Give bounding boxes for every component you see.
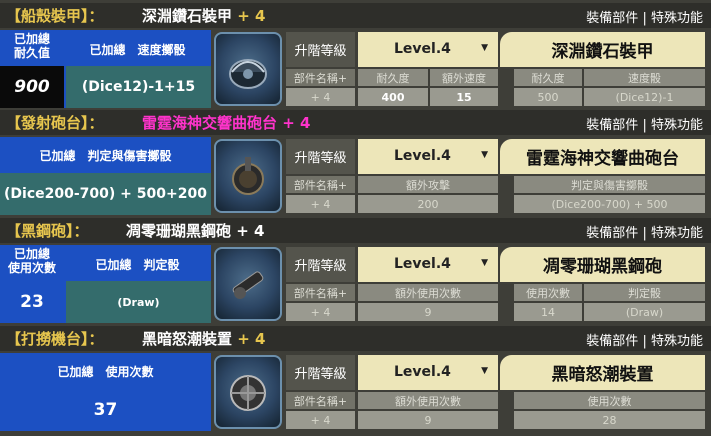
damage-label: 已加總 判定與傷害擲骰	[39, 149, 172, 163]
parts-link[interactable]: 裝備部件	[586, 226, 638, 241]
table-cell: 14	[514, 303, 582, 321]
section-header: 【船殼裝甲】： 深淵鑽石裝甲 + 4 裝備部件 | 特殊功能	[0, 3, 711, 28]
col-header: 使用次數	[514, 284, 582, 301]
special-link[interactable]: 特殊功能	[651, 11, 703, 26]
table-cell: + 4	[286, 88, 355, 106]
uses-label: 已加總 使用次數	[7, 247, 56, 275]
col-header: 額外速度	[430, 69, 498, 86]
table-cell: 200	[358, 195, 498, 213]
upgrade-level-label: 升階等級	[286, 139, 355, 174]
item-title: 雷霆海神交響曲砲台	[500, 139, 705, 174]
col-header: 額外使用次數	[358, 284, 498, 301]
col-header: 耐久度	[514, 69, 582, 86]
item-title: 凋零珊瑚黑鋼砲	[500, 247, 705, 282]
salvage-section: 【打撈機台】： 黑暗怒潮裝置 + 4 裝備部件 | 特殊功能 已加總 使用次數 …	[0, 326, 711, 433]
summary-panel: 已加總 判定與傷害擲骰 (Dice200-700) + 500+200	[0, 137, 211, 215]
table-cell: 400	[358, 88, 428, 106]
category-label: 【打撈機台】：	[6, 330, 104, 348]
armor-section: 【船殼裝甲】： 深淵鑽石裝甲 + 4 裝備部件 | 特殊功能 已加總 耐久值 已…	[0, 3, 711, 110]
table-cell: 28	[514, 411, 705, 429]
col-header: 部件名稱+	[286, 176, 355, 193]
table-cell: + 4	[286, 303, 355, 321]
cannon-turret-icon	[214, 139, 282, 213]
table-cell: + 4	[286, 411, 355, 429]
speed-label: 已加總 速度擲骰	[89, 43, 186, 57]
table-cell: 9	[358, 303, 498, 321]
upgrade-level-label: 升階等級	[286, 247, 355, 282]
header-links: 裝備部件 | 特殊功能	[586, 226, 703, 241]
col-header: 判定骰	[584, 284, 705, 301]
parts-link[interactable]: 裝備部件	[586, 11, 638, 26]
roll-label: 已加總 判定骰	[95, 258, 180, 272]
dropdown-arrow-icon: ▼	[481, 43, 488, 53]
col-header: 額外攻擊	[358, 176, 498, 193]
item-name: 雷霆海神交響曲砲台 + 4	[142, 114, 311, 132]
level-dropdown[interactable]: Level.4 ▼	[358, 139, 498, 174]
category-label: 【發射砲台】：	[6, 114, 104, 132]
dropdown-arrow-icon: ▼	[481, 258, 488, 268]
header-links: 裝備部件 | 特殊功能	[586, 118, 703, 133]
item-title: 黑暗怒潮裝置	[500, 355, 705, 390]
col-header: 使用次數	[514, 392, 705, 409]
durability-label: 已加總 耐久值	[13, 32, 50, 60]
summary-panel: 已加總 使用次數 已加總 判定骰 23 (Draw)	[0, 245, 211, 323]
item-name: 凋零珊瑚黑鋼砲 + 4	[126, 222, 265, 240]
category-label: 【黑鋼砲】：	[6, 222, 89, 240]
dropdown-arrow-icon: ▼	[481, 150, 488, 160]
header-links: 裝備部件 | 特殊功能	[586, 334, 703, 349]
level-dropdown[interactable]: Level.4 ▼	[358, 247, 498, 282]
level-dropdown[interactable]: Level.4 ▼	[358, 355, 498, 390]
uses-value: 37	[0, 389, 211, 431]
salvage-device-icon	[214, 355, 282, 429]
col-header: 判定與傷害擲骰	[514, 176, 705, 193]
summary-panel: 已加總 耐久值 已加總 速度擲骰 900 (Dice12)-1+15	[0, 30, 211, 108]
col-header: 耐久度	[358, 69, 428, 86]
uses-label: 已加總 使用次數	[57, 365, 154, 379]
parts-link[interactable]: 裝備部件	[586, 118, 638, 133]
table-cell: 500	[514, 88, 582, 106]
special-link[interactable]: 特殊功能	[651, 118, 703, 133]
col-header: 速度骰	[584, 69, 705, 86]
item-name: 深淵鑽石裝甲 + 4	[142, 7, 266, 25]
section-header: 【打撈機台】： 黑暗怒潮裝置 + 4 裝備部件 | 特殊功能	[0, 326, 711, 351]
damage-value: (Dice200-700) + 500+200	[0, 173, 211, 215]
upgrade-level-label: 升階等級	[286, 355, 355, 390]
summary-panel: 已加總 使用次數 37	[0, 353, 211, 431]
col-header: 部件名稱+	[286, 392, 355, 409]
speed-value: (Dice12)-1+15	[66, 66, 211, 108]
steel-cannon-section: 【黑鋼砲】： 凋零珊瑚黑鋼砲 + 4 裝備部件 | 特殊功能 已加總 使用次數 …	[0, 218, 711, 325]
armor-icon	[214, 32, 282, 106]
special-link[interactable]: 特殊功能	[651, 226, 703, 241]
table-cell: 15	[430, 88, 498, 106]
cannon-icon	[214, 247, 282, 321]
table-cell: (Dice12)-1	[584, 88, 705, 106]
level-dropdown[interactable]: Level.4 ▼	[358, 32, 498, 67]
col-header: 部件名稱+	[286, 284, 355, 301]
item-name: 黑暗怒潮裝置 + 4	[142, 330, 266, 348]
header-links: 裝備部件 | 特殊功能	[586, 11, 703, 26]
col-header: 額外使用次數	[358, 392, 498, 409]
durability-value: 900	[0, 66, 64, 108]
uses-value: 23	[0, 281, 64, 323]
section-header: 【黑鋼砲】： 凋零珊瑚黑鋼砲 + 4 裝備部件 | 特殊功能	[0, 218, 711, 243]
table-cell: 9	[358, 411, 498, 429]
parts-link[interactable]: 裝備部件	[586, 334, 638, 349]
dropdown-arrow-icon: ▼	[481, 366, 488, 376]
category-label: 【船殼裝甲】：	[6, 7, 104, 25]
special-link[interactable]: 特殊功能	[651, 334, 703, 349]
table-cell: + 4	[286, 195, 355, 213]
cannon-section: 【發射砲台】： 雷霆海神交響曲砲台 + 4 裝備部件 | 特殊功能 已加總 判定…	[0, 110, 711, 217]
section-header: 【發射砲台】： 雷霆海神交響曲砲台 + 4 裝備部件 | 特殊功能	[0, 110, 711, 135]
col-header: 部件名稱+	[286, 69, 355, 86]
item-title: 深淵鑽石裝甲	[500, 32, 705, 67]
roll-value: (Draw)	[66, 281, 211, 323]
upgrade-level-label: 升階等級	[286, 32, 355, 67]
table-cell: (Dice200-700) + 500	[514, 195, 705, 213]
table-cell: (Draw)	[584, 303, 705, 321]
